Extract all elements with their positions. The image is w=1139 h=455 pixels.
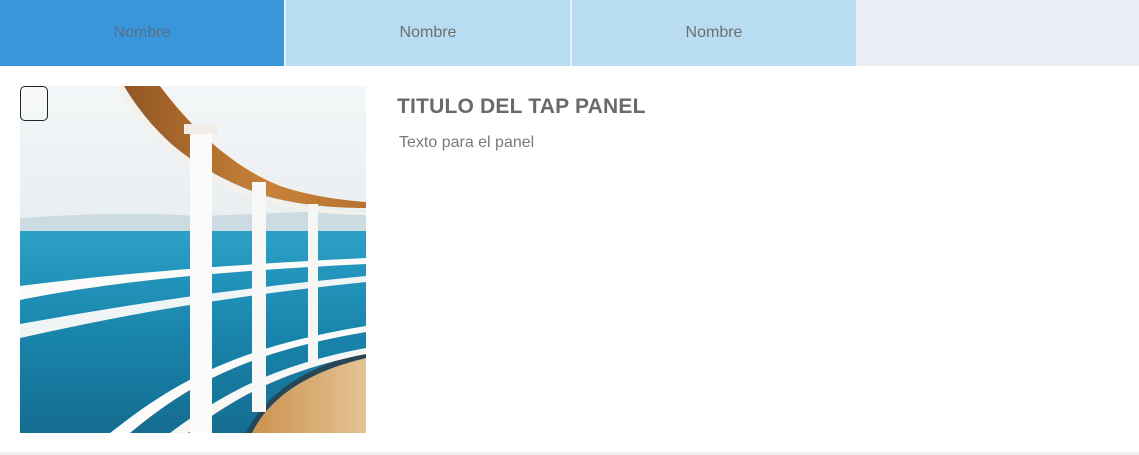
tab-label: Nombre (399, 24, 457, 41)
tab-bar: Nombre Nombre Nombre (0, 0, 1139, 66)
tab-nombre-3[interactable]: Nombre (572, 0, 856, 66)
panel-image (20, 86, 366, 433)
tab-label: Nombre (113, 24, 171, 41)
tab-bar-spacer (856, 0, 1139, 66)
tab-panel: TITULO DEL TAP PANEL Texto para el panel (0, 66, 1139, 452)
select-checkbox[interactable] (20, 86, 48, 121)
tab-nombre-1[interactable]: Nombre (0, 0, 284, 66)
panel-text: Texto para el panel (399, 134, 535, 151)
tab-nombre-2[interactable]: Nombre (286, 0, 570, 66)
panel-title: TITULO DEL TAP PANEL (397, 95, 646, 118)
tab-label: Nombre (685, 24, 743, 41)
